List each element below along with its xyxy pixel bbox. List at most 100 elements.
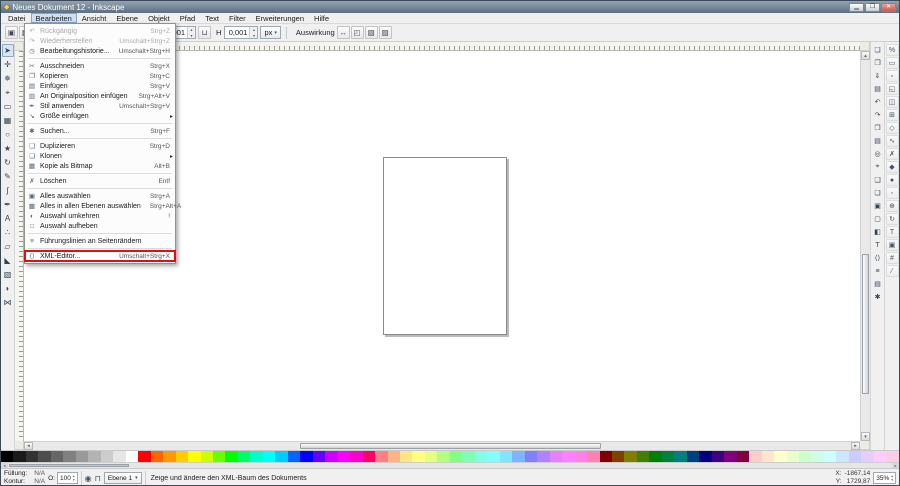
command-button[interactable]: ❏ <box>872 187 884 199</box>
palette-swatch[interactable] <box>163 451 175 462</box>
layer-lock-icon[interactable]: ⊓ <box>95 474 101 483</box>
palette-swatch[interactable] <box>88 451 100 462</box>
edit-menu-item[interactable]: ✂ Ausschneiden Strg+X <box>25 61 175 71</box>
palette-swatch[interactable] <box>537 451 549 462</box>
tool-button[interactable]: ✵ <box>2 72 14 85</box>
palette-swatch[interactable] <box>724 451 736 462</box>
tool-button[interactable]: ✎ <box>2 170 14 183</box>
tool-button[interactable]: ○ <box>2 128 14 141</box>
palette-scroll-thumb[interactable] <box>9 464 129 467</box>
palette-swatch[interactable] <box>712 451 724 462</box>
palette-swatch[interactable] <box>525 451 537 462</box>
palette-swatch[interactable] <box>437 451 449 462</box>
palette-swatch[interactable] <box>512 451 524 462</box>
palette-scrollbar[interactable]: ◂ ▸ <box>1 462 899 468</box>
document-page[interactable] <box>383 157 507 335</box>
layer-dropdown[interactable]: Ebene 1 ▾ <box>104 472 142 484</box>
edit-menu-item[interactable]: ✒ Stil anwenden Umschalt+Strg+V <box>25 101 175 111</box>
palette-swatch[interactable] <box>787 451 799 462</box>
palette-swatch[interactable] <box>600 451 612 462</box>
command-button[interactable]: ◧ <box>872 226 884 238</box>
command-button[interactable]: ❏ <box>872 44 884 56</box>
command-button[interactable]: ▤ <box>872 278 884 290</box>
snap-toggle-button[interactable]: ● <box>886 174 899 186</box>
palette-swatch[interactable] <box>649 451 661 462</box>
tool-button[interactable]: ◗ <box>2 282 14 295</box>
palette-swatch[interactable] <box>824 451 836 462</box>
snap-toggle-button[interactable]: % <box>886 44 899 56</box>
vertical-scrollbar[interactable]: ▴ ▾ <box>860 51 870 441</box>
tool-button[interactable]: ∴ <box>2 226 14 239</box>
palette-swatch[interactable] <box>201 451 213 462</box>
palette-swatch[interactable] <box>238 451 250 462</box>
tool-button[interactable]: ⌖ <box>2 86 14 99</box>
snap-toggle-button[interactable]: ◆ <box>886 161 899 173</box>
palette-swatch[interactable] <box>225 451 237 462</box>
zoom-spinner[interactable]: 35% ▴▾ <box>873 472 896 484</box>
scroll-right-icon[interactable]: ▸ <box>851 442 860 450</box>
style-indicator[interactable]: Füllung: N/A Kontur: N/A <box>4 470 45 486</box>
palette-swatch[interactable] <box>500 451 512 462</box>
tool-button[interactable]: ▦ <box>2 114 14 127</box>
lock-ratio-icon[interactable]: ⊔ <box>198 26 211 39</box>
tool-button[interactable]: ⋈ <box>2 296 14 309</box>
edit-menu-item[interactable]: ↷ Wiederherstellen Umschalt+Strg+Z <box>25 36 175 46</box>
palette-swatch[interactable] <box>425 451 437 462</box>
palette-swatch[interactable] <box>587 451 599 462</box>
palette-swatch[interactable] <box>375 451 387 462</box>
command-button[interactable]: ▣ <box>872 200 884 212</box>
edit-menu-item[interactable]: ◷ Bearbeitungshistorie... Umschalt+Strg+… <box>25 46 175 56</box>
palette-swatch[interactable] <box>811 451 823 462</box>
menu-item[interactable]: Bearbeiten <box>31 13 77 23</box>
menu-item[interactable]: Pfad <box>175 13 200 23</box>
palette-swatch[interactable] <box>338 451 350 462</box>
height-field-value[interactable]: 0,001 <box>225 27 249 38</box>
palette-swatch[interactable] <box>749 451 761 462</box>
tool-button[interactable]: ◣ <box>2 254 14 267</box>
palette-swatch[interactable] <box>874 451 886 462</box>
affect-toggle-button[interactable]: ▨ <box>379 26 392 39</box>
menu-item[interactable]: Ansicht <box>77 13 112 23</box>
palette-swatch[interactable] <box>774 451 786 462</box>
palette-swatch[interactable] <box>325 451 337 462</box>
command-button[interactable]: ✱ <box>872 291 884 303</box>
tool-button[interactable]: ▭ <box>2 100 14 113</box>
palette-swatch[interactable] <box>38 451 50 462</box>
palette-swatch[interactable] <box>637 451 649 462</box>
palette-swatch[interactable] <box>51 451 63 462</box>
snap-toggle-button[interactable]: ▭ <box>886 57 899 69</box>
command-button[interactable]: T <box>872 239 884 251</box>
snap-toggle-button[interactable]: ◇ <box>886 122 899 134</box>
vertical-scroll-thumb[interactable] <box>862 254 869 394</box>
palette-swatch[interactable] <box>275 451 287 462</box>
horizontal-scroll-thumb[interactable] <box>300 443 601 449</box>
palette-swatch[interactable] <box>624 451 636 462</box>
edit-menu-item[interactable]: ❐ Kopieren Strg+C <box>25 71 175 81</box>
command-button[interactable]: ▤ <box>872 83 884 95</box>
palette-swatch[interactable] <box>450 451 462 462</box>
window-control-button[interactable]: ❐ <box>865 3 880 12</box>
menu-item[interactable]: Text <box>200 13 224 23</box>
palette-swatch[interactable] <box>76 451 88 462</box>
menu-item[interactable]: Filter <box>224 13 251 23</box>
command-button[interactable]: ⟨⟩ <box>872 252 884 264</box>
palette-swatch[interactable] <box>176 451 188 462</box>
palette-swatch[interactable] <box>288 451 300 462</box>
tool-button[interactable]: ★ <box>2 142 14 155</box>
menu-item[interactable]: Datei <box>3 13 31 23</box>
edit-menu-item[interactable]: ≡ Führungslinien an Seitenrändern <box>25 236 175 246</box>
snap-toggle-button[interactable]: ∿ <box>886 135 899 147</box>
menu-item[interactable]: Ebene <box>111 13 143 23</box>
command-button[interactable]: ▢ <box>872 213 884 225</box>
palette-swatch[interactable] <box>151 451 163 462</box>
palette-swatch[interactable] <box>575 451 587 462</box>
affect-toggle-button[interactable]: ↔ <box>337 26 350 39</box>
title-bar[interactable]: ◆ Neues Dokument 12 - Inkscape ▁ ❐ ✕ <box>1 1 899 13</box>
palette-swatch[interactable] <box>63 451 75 462</box>
palette-swatch[interactable] <box>101 451 113 462</box>
affect-toggle-button[interactable]: ◰ <box>351 26 364 39</box>
palette-swatch[interactable] <box>849 451 861 462</box>
edit-menu-item[interactable]: □ Auswahl aufheben <box>25 221 175 231</box>
layer-visibility-eye-icon[interactable]: ◉ <box>85 474 92 483</box>
menu-item[interactable]: Objekt <box>143 13 175 23</box>
